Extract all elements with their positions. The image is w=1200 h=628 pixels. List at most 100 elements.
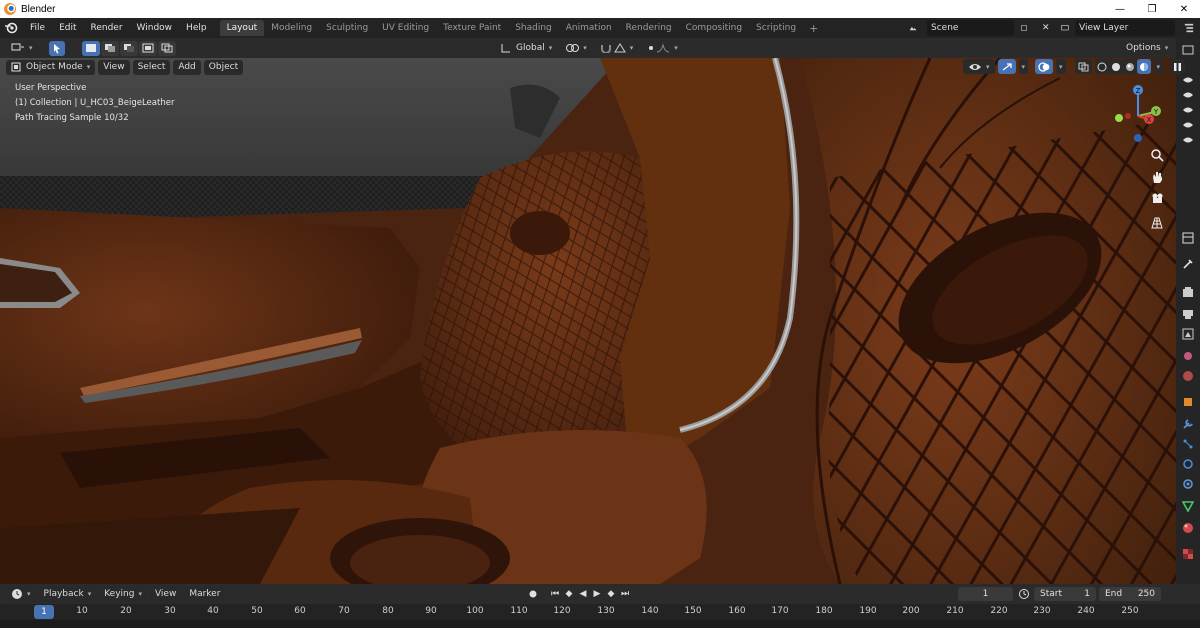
current-frame-field[interactable]: 1 (958, 587, 1013, 601)
blender-logo-icon[interactable] (3, 21, 19, 35)
tab-uv-editing[interactable]: UV Editing (375, 20, 436, 36)
tab-scripting[interactable]: Scripting (749, 20, 803, 36)
menu-select[interactable]: Select (132, 59, 171, 75)
tab-layout[interactable]: Layout (219, 20, 265, 36)
select-invert-icon[interactable] (138, 40, 157, 56)
close-button[interactable]: ✕ (1168, 0, 1200, 18)
visibility-dropdown[interactable]: ▾ (963, 59, 995, 74)
world-properties-icon[interactable] (1180, 368, 1196, 384)
output-properties-icon[interactable] (1180, 306, 1196, 322)
tab-animation[interactable]: Animation (559, 20, 619, 36)
tab-texture-paint[interactable]: Texture Paint (436, 20, 508, 36)
timeline-ruler[interactable]: 1 10 20 30 40 50 60 70 80 90 100 110 120… (0, 604, 1200, 620)
particles-icon[interactable] (1180, 436, 1196, 452)
transform-orientation-dropdown[interactable]: Global ▾ (495, 40, 558, 55)
menu-object[interactable]: Object (203, 59, 244, 75)
record-icon[interactable] (526, 587, 540, 601)
visibility-eye-icon[interactable] (1180, 132, 1196, 148)
object-mode-dropdown[interactable]: Object Mode ▾ (6, 59, 96, 75)
tab-modeling[interactable]: Modeling (264, 20, 319, 36)
shading-material[interactable] (1122, 59, 1137, 74)
object-properties-icon[interactable] (1180, 394, 1196, 410)
select-extend-icon[interactable] (100, 40, 119, 56)
navigation-gizmo[interactable]: Z Y X (1108, 82, 1168, 144)
visibility-eye-icon[interactable] (1180, 72, 1196, 88)
timeline-editor-type[interactable]: ▾ (6, 586, 36, 602)
tab-rendering[interactable]: Rendering (619, 20, 679, 36)
start-frame-field[interactable]: Start 1 (1034, 587, 1096, 601)
scene-properties-icon[interactable] (1180, 348, 1196, 364)
menu-help[interactable]: Help (179, 18, 214, 38)
new-scene-icon[interactable] (1017, 20, 1031, 36)
data-triangle-icon[interactable] (1180, 498, 1196, 514)
select-new-icon[interactable] (81, 40, 100, 56)
scene-icon[interactable] (905, 20, 921, 36)
view-layer-field[interactable]: View Layer (1075, 20, 1175, 36)
3d-viewport[interactable]: User Perspective (1) Collection | U_HC03… (0, 58, 1176, 584)
tab-shading[interactable]: Shading (508, 20, 559, 36)
outliner-filter-icon[interactable] (1180, 42, 1196, 58)
camera-view-icon[interactable] (1149, 191, 1165, 207)
tool-settings-icon[interactable] (1180, 256, 1196, 272)
play-icon[interactable]: ▶ (590, 587, 604, 601)
end-frame-field[interactable]: End 250 (1099, 587, 1161, 601)
gizmo-dropdown[interactable]: ▾ (1018, 59, 1029, 74)
frame-clock-icon[interactable] (1018, 588, 1030, 603)
snap-toggle[interactable]: ▾ (594, 40, 639, 55)
play-reverse-icon[interactable]: ◀ (576, 587, 590, 601)
playhead-frame[interactable]: 1 (34, 605, 54, 619)
next-keyframe-icon[interactable]: ◆ (604, 587, 618, 601)
scene-name-field[interactable]: Scene (927, 20, 1014, 36)
prev-keyframe-icon[interactable]: ◆ (562, 587, 576, 601)
menu-add[interactable]: Add (173, 59, 201, 75)
menu-render[interactable]: Render (84, 18, 130, 38)
visibility-eye-icon[interactable] (1180, 117, 1196, 133)
remove-scene-icon[interactable]: ✕ (1038, 20, 1052, 36)
overlays-toggle[interactable] (1035, 59, 1054, 74)
select-tool-button[interactable] (48, 40, 65, 56)
visibility-eye-icon[interactable] (1180, 87, 1196, 103)
perspective-grid-icon[interactable] (1149, 215, 1165, 231)
view-layer-properties-icon[interactable] (1180, 326, 1196, 342)
jump-start-icon[interactable]: ⏮ (548, 587, 562, 601)
material-properties-icon[interactable] (1180, 520, 1196, 536)
constraints-icon[interactable] (1180, 476, 1196, 492)
timeline-playback-menu[interactable]: Playback ▾ (38, 586, 97, 602)
add-workspace-button[interactable]: + (803, 22, 824, 35)
editor-type-button[interactable]: ▾ (6, 40, 38, 56)
timeline-scrollbar[interactable] (0, 620, 1200, 628)
menu-edit[interactable]: Edit (52, 18, 83, 38)
shading-rendered[interactable] (1136, 59, 1151, 74)
render-properties-icon[interactable] (1180, 284, 1196, 300)
xray-toggle[interactable] (1074, 59, 1092, 74)
menu-view[interactable]: View (98, 59, 130, 75)
timeline-keying-menu[interactable]: Keying ▾ (99, 586, 147, 602)
view-layer-icon[interactable] (1057, 20, 1073, 36)
timeline-marker-menu[interactable]: Marker (184, 586, 226, 602)
select-intersect-icon[interactable] (157, 40, 176, 56)
properties-editor-icon[interactable] (1180, 230, 1196, 246)
tab-compositing[interactable]: Compositing (679, 20, 749, 36)
maximize-button[interactable]: ❐ (1136, 0, 1168, 18)
shading-solid[interactable] (1108, 59, 1123, 74)
timeline-view-menu[interactable]: View (149, 586, 182, 602)
texture-properties-icon[interactable] (1180, 546, 1196, 562)
visibility-eye-icon[interactable] (1180, 102, 1196, 118)
menu-file[interactable]: File (23, 18, 52, 38)
overlays-dropdown[interactable]: ▾ (1056, 59, 1066, 74)
gizmo-toggle[interactable] (997, 59, 1016, 74)
pan-hand-icon[interactable] (1149, 169, 1165, 185)
pivot-point-dropdown[interactable]: ▾ (560, 40, 592, 55)
jump-end-icon[interactable]: ⏭ (618, 587, 632, 601)
outliner-icon[interactable] (1180, 20, 1198, 36)
tab-sculpting[interactable]: Sculpting (319, 20, 375, 36)
proportional-edit-toggle[interactable]: ▾ (641, 40, 683, 55)
shading-wireframe[interactable] (1094, 59, 1109, 74)
zoom-icon[interactable] (1149, 147, 1165, 163)
menu-window[interactable]: Window (130, 18, 180, 38)
modifier-wrench-icon[interactable] (1180, 416, 1196, 432)
options-dropdown[interactable]: Options ▾ (1121, 40, 1174, 55)
select-subtract-icon[interactable] (119, 40, 138, 56)
minimize-button[interactable]: — (1104, 0, 1136, 18)
physics-icon[interactable] (1180, 456, 1196, 472)
